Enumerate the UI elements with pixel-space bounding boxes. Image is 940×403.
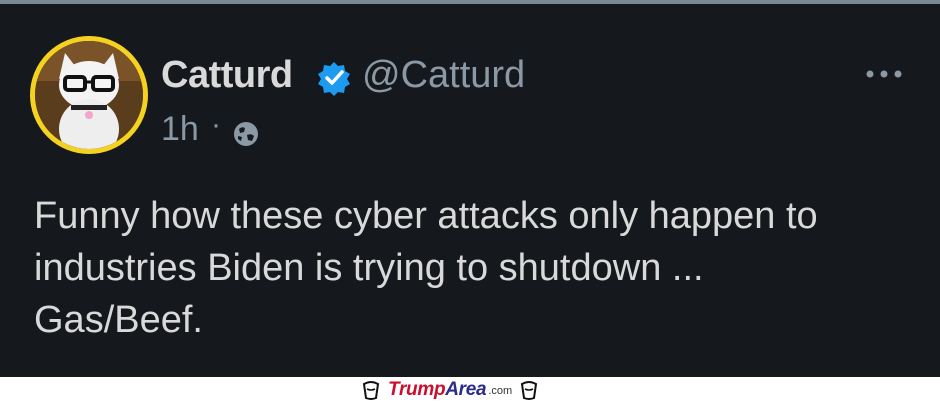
watermark-brand-tld: .com xyxy=(488,385,513,397)
tweet-text: Funny how these cyber attacks only happe… xyxy=(34,195,818,341)
tweet-time[interactable]: 1h xyxy=(161,110,199,149)
watermark-brand-accent: Area xyxy=(445,379,487,400)
cup-icon xyxy=(362,381,380,400)
cat-avatar-icon xyxy=(35,41,143,149)
more-options-icon[interactable] xyxy=(862,62,906,86)
cup-icon xyxy=(521,381,538,400)
globe-icon xyxy=(234,122,258,146)
tweet-card[interactable]: Catturd @Catturd 1h · Funny how these cy… xyxy=(0,4,940,377)
watermark-brand-main: Trump xyxy=(388,379,446,400)
avatar[interactable] xyxy=(30,36,148,154)
author-handle[interactable]: @Catturd xyxy=(362,54,525,97)
meta-separator: · xyxy=(211,108,221,141)
author-name[interactable]: Catturd xyxy=(161,54,293,97)
watermark-footer: Trump Area .com xyxy=(0,377,940,403)
watermark: Trump Area .com xyxy=(360,377,540,403)
verified-badge-icon xyxy=(318,62,350,96)
